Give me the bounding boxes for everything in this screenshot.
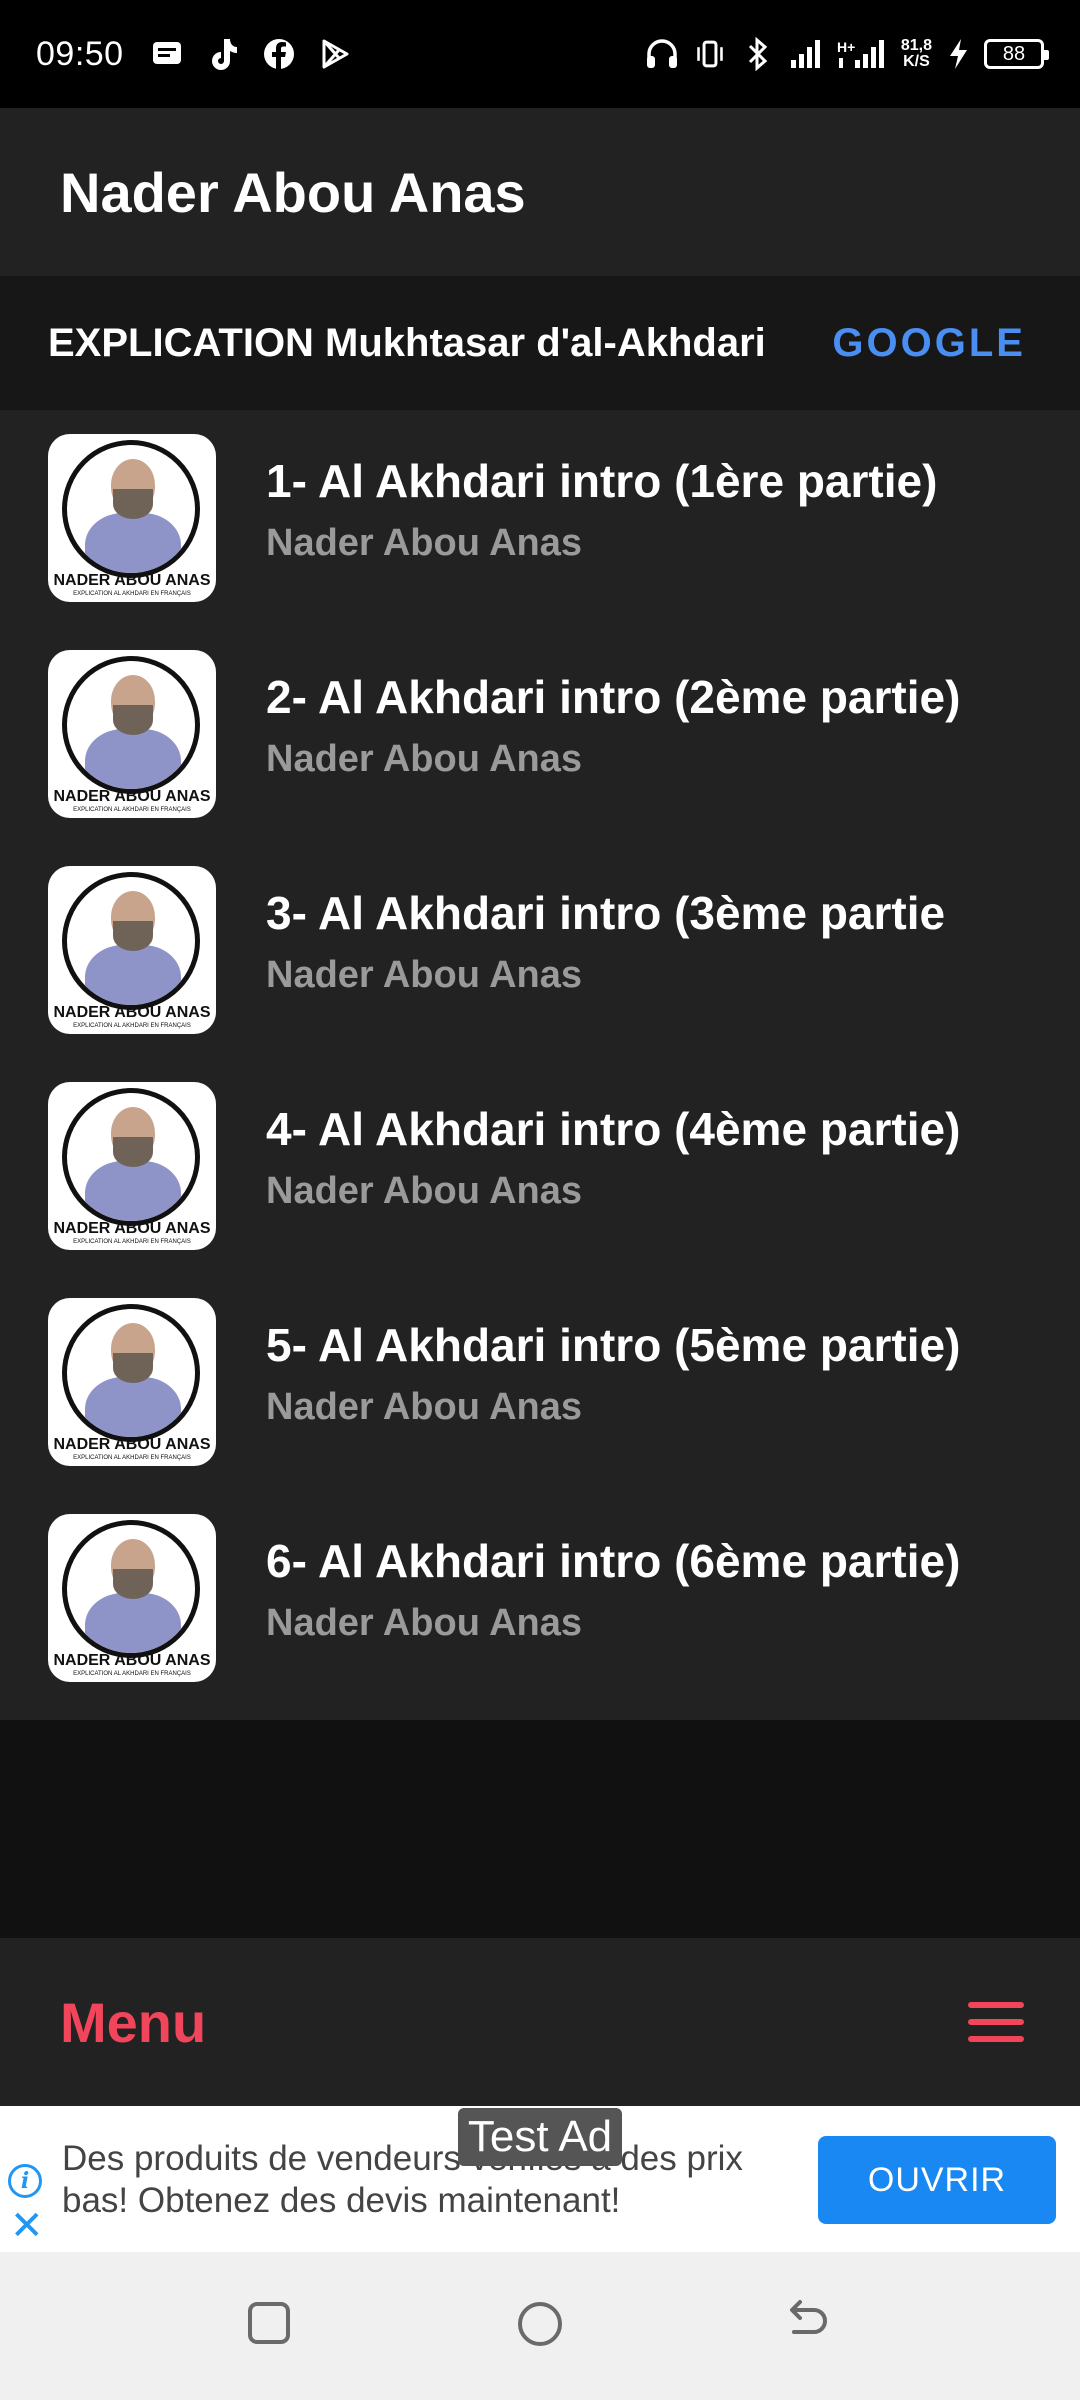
back-button[interactable] (782, 2298, 832, 2348)
track-list: NADER ABOU ANAS EXPLICATION AL AKHDARI E… (0, 410, 1080, 1720)
ad-banner[interactable]: i ✕ Des produits de vendeurs vérifiés à … (0, 2106, 1080, 2252)
list-item[interactable]: NADER ABOU ANAS EXPLICATION AL AKHDARI E… (0, 434, 1080, 650)
signal-icon: H+ (837, 37, 887, 71)
playlist-title: EXPLICATION Mukhtasar d'al-Akhdari (48, 320, 766, 365)
open-ad-button[interactable]: OUVRIR (818, 2136, 1056, 2224)
network-speed: 81,8 K/S (901, 38, 932, 70)
network-type: H+ (837, 39, 855, 55)
thumbnail-label: NADER ABOU ANAS (53, 1652, 211, 1669)
track-title: 2- Al Akhdari intro (2ème partie) (266, 671, 961, 723)
track-title: 3- Al Akhdari intro (3ème partie (266, 887, 946, 939)
app-title: Nader Abou Anas (60, 160, 526, 224)
thumbnail-label: NADER ABOU ANAS (53, 788, 211, 805)
track-artist: Nader Abou Anas (266, 522, 583, 564)
track-thumbnail: NADER ABOU ANAS EXPLICATION AL AKHDARI E… (48, 434, 216, 602)
app-bar: Nader Abou Anas (0, 108, 1080, 276)
track-title: 1- Al Akhdari intro (1ère partie) (266, 455, 938, 507)
menu-label[interactable]: Menu (60, 1990, 206, 2055)
bluetooth-icon (741, 37, 775, 71)
list-item[interactable]: NADER ABOU ANAS EXPLICATION AL AKHDARI E… (0, 650, 1080, 866)
thumbnail-label: NADER ABOU ANAS (53, 1004, 211, 1021)
recent-apps-button[interactable] (248, 2302, 290, 2344)
network-speed-value: 81,8 (900, 37, 932, 54)
thumbnail-sublabel: EXPLICATION AL AKHDARI EN FRANÇAIS (73, 807, 191, 813)
speaker-portrait (62, 440, 200, 578)
battery-level: 88 (1002, 42, 1026, 65)
thumbnail-sublabel: EXPLICATION AL AKHDARI EN FRANÇAIS (73, 591, 191, 597)
speaker-portrait (62, 656, 200, 794)
playlist-header: EXPLICATION Mukhtasar d'al-Akhdari GOOGL… (0, 276, 1080, 410)
speaker-portrait (62, 1304, 200, 1442)
close-icon[interactable]: ✕ (10, 2206, 44, 2246)
thumbnail-label: NADER ABOU ANAS (53, 1436, 211, 1453)
test-ad-badge: Test Ad (458, 2108, 622, 2166)
charging-icon (946, 37, 970, 71)
track-thumbnail: NADER ABOU ANAS EXPLICATION AL AKHDARI E… (48, 650, 216, 818)
speaker-portrait (62, 872, 200, 1010)
track-artist: Nader Abou Anas (266, 954, 583, 996)
signal-icon (789, 37, 823, 71)
system-nav-bar (0, 2252, 1080, 2400)
status-bar: 09:50 H+ 81,8 K/S 88 (0, 0, 1080, 108)
track-title: 6- Al Akhdari intro (6ème partie) (266, 1535, 961, 1587)
google-link[interactable]: GOOGLE (832, 321, 1026, 366)
hamburger-menu-icon[interactable] (968, 2002, 1024, 2042)
message-icon (150, 37, 184, 71)
system-icons: H+ 81,8 K/S 88 (645, 37, 1049, 71)
track-artist: Nader Abou Anas (266, 1602, 583, 1644)
track-artist: Nader Abou Anas (266, 1386, 583, 1428)
facebook-icon (262, 37, 296, 71)
thumbnail-sublabel: EXPLICATION AL AKHDARI EN FRANÇAIS (73, 1671, 191, 1677)
track-thumbnail: NADER ABOU ANAS EXPLICATION AL AKHDARI E… (48, 1514, 216, 1682)
speaker-portrait (62, 1520, 200, 1658)
track-title: 4- Al Akhdari intro (4ème partie) (266, 1103, 961, 1155)
thumbnail-sublabel: EXPLICATION AL AKHDARI EN FRANÇAIS (73, 1023, 191, 1029)
vibrate-icon (693, 37, 727, 71)
back-icon (790, 2300, 827, 2334)
battery-indicator: 88 (984, 39, 1049, 69)
list-item[interactable]: NADER ABOU ANAS EXPLICATION AL AKHDARI E… (0, 866, 1080, 1082)
list-item[interactable]: NADER ABOU ANAS EXPLICATION AL AKHDARI E… (0, 1298, 1080, 1514)
empty-area (0, 1720, 1080, 1938)
list-item[interactable]: NADER ABOU ANAS EXPLICATION AL AKHDARI E… (0, 1514, 1080, 1730)
play-store-icon (318, 37, 352, 71)
track-thumbnail: NADER ABOU ANAS EXPLICATION AL AKHDARI E… (48, 1082, 216, 1250)
thumbnail-label: NADER ABOU ANAS (53, 1220, 211, 1237)
ad-text: Des produits de vendeurs vérifiés à des … (62, 2139, 743, 2220)
thumbnail-label: NADER ABOU ANAS (53, 572, 211, 589)
home-button[interactable] (518, 2302, 562, 2346)
network-speed-unit: K/S (903, 53, 930, 70)
thumbnail-sublabel: EXPLICATION AL AKHDARI EN FRANÇAIS (73, 1239, 191, 1245)
speaker-portrait (62, 1088, 200, 1226)
track-artist: Nader Abou Anas (266, 1170, 583, 1212)
status-time: 09:50 (36, 34, 124, 73)
info-icon[interactable]: i (8, 2164, 42, 2198)
track-thumbnail: NADER ABOU ANAS EXPLICATION AL AKHDARI E… (48, 866, 216, 1034)
list-item[interactable]: NADER ABOU ANAS EXPLICATION AL AKHDARI E… (0, 1082, 1080, 1298)
menu-bar[interactable]: Menu (0, 1938, 1080, 2106)
track-thumbnail: NADER ABOU ANAS EXPLICATION AL AKHDARI E… (48, 1298, 216, 1466)
track-artist: Nader Abou Anas (266, 738, 583, 780)
headphones-icon (645, 37, 679, 71)
tiktok-icon (206, 37, 240, 71)
notification-icons (150, 37, 352, 71)
track-title: 5- Al Akhdari intro (5ème partie) (266, 1319, 961, 1371)
thumbnail-sublabel: EXPLICATION AL AKHDARI EN FRANÇAIS (73, 1455, 191, 1461)
